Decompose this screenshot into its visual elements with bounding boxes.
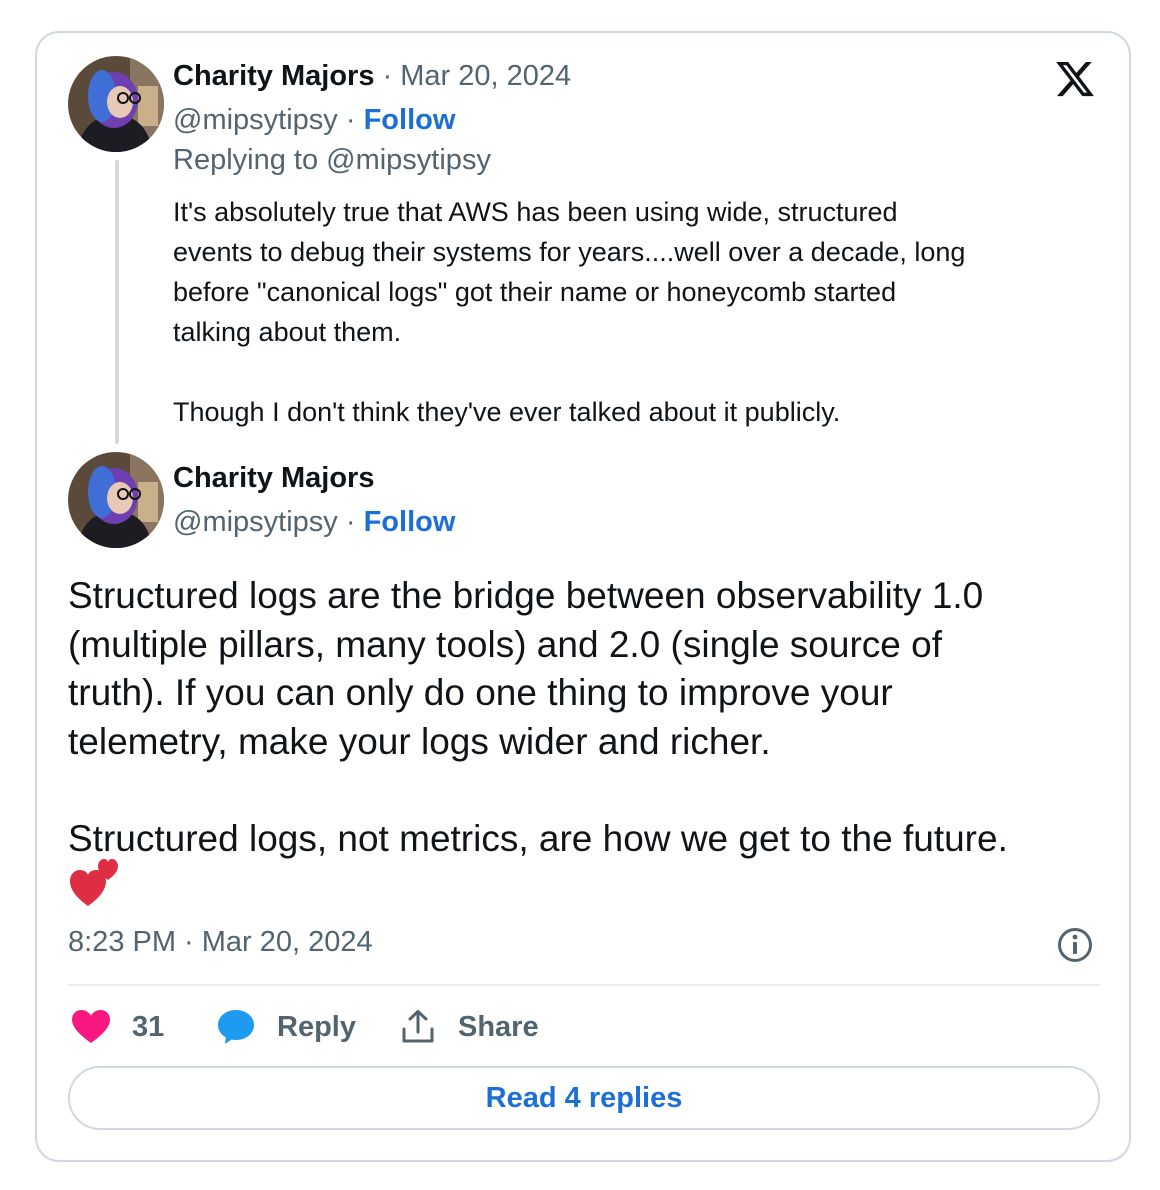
author-handle[interactable]: @mipsytipsy [173, 506, 338, 538]
follow-button[interactable]: Follow [364, 506, 456, 538]
share-icon [402, 1010, 434, 1043]
author-name[interactable]: Charity Majors [173, 462, 374, 495]
author-name-text[interactable]: Charity Majors [173, 60, 374, 92]
two-hearts-icon [70, 859, 118, 906]
info-icon[interactable] [1057, 927, 1093, 963]
separator-dot: · [345, 506, 356, 538]
reply-label: Reply [277, 1010, 356, 1043]
tweet-date: · Mar 20, 2024 [382, 60, 572, 92]
share-label: Share [458, 1010, 539, 1043]
reply-button[interactable]: Reply [217, 1005, 356, 1049]
handle-row: @mipsytipsy · Follow [173, 104, 455, 137]
thread-line [115, 160, 119, 444]
share-button[interactable]: Share [400, 1005, 539, 1049]
replying-to: Replying to @mipsytipsy [173, 144, 491, 176]
read-replies-button[interactable]: Read 4 replies [68, 1066, 1100, 1130]
heart-icon [72, 1010, 110, 1043]
x-logo-icon[interactable] [1053, 58, 1097, 100]
follow-button[interactable]: Follow [364, 104, 456, 136]
separator-dot: · [345, 104, 356, 136]
main-tweet-text: Structured logs are the bridge between o… [68, 575, 1008, 859]
divider [68, 984, 1100, 986]
like-count: 31 [132, 1010, 165, 1043]
handle-row: @mipsytipsy · Follow [173, 506, 455, 539]
avatar[interactable] [68, 56, 164, 152]
reply-bubble-icon [218, 1010, 254, 1044]
author-handle[interactable]: @mipsytipsy [173, 104, 338, 136]
parent-tweet-text: It's absolutely true that AWS has been u… [173, 197, 966, 427]
avatar[interactable] [68, 452, 164, 548]
like-button[interactable]: 31 [72, 1005, 164, 1049]
tweet-timestamp[interactable]: 8:23 PM · Mar 20, 2024 [68, 926, 373, 959]
author-name[interactable]: Charity Majors · Mar 20, 2024 [173, 60, 571, 93]
